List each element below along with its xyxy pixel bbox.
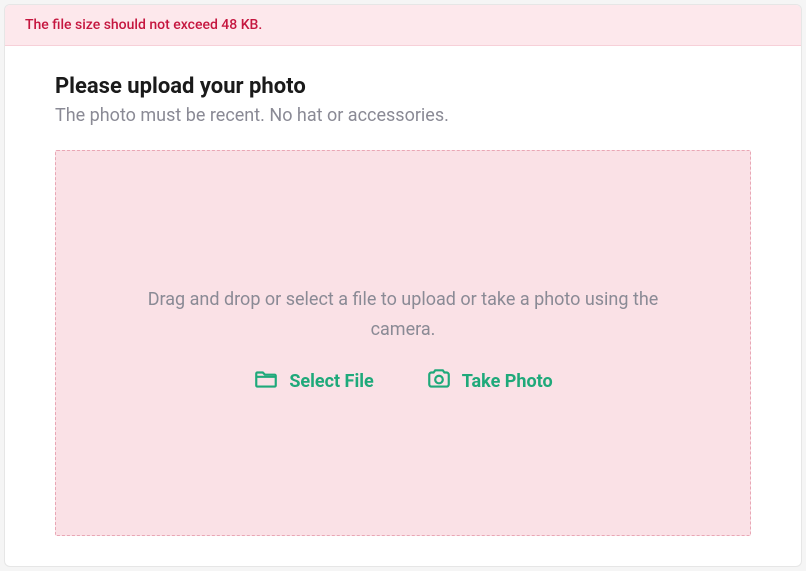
dropzone-actions: Select File Take Photo	[251, 362, 554, 401]
upload-card: The file size should not exceed 48 KB. P…	[4, 4, 802, 567]
error-banner: The file size should not exceed 48 KB.	[5, 5, 801, 46]
dropzone[interactable]: Drag and drop or select a file to upload…	[55, 150, 751, 536]
select-file-button[interactable]: Select File	[251, 362, 375, 401]
content-area: Please upload your photo The photo must …	[5, 46, 801, 566]
dropzone-instruction: Drag and drop or select a file to upload…	[143, 285, 663, 344]
select-file-label: Select File	[289, 371, 373, 392]
camera-icon	[426, 366, 452, 397]
page-subtitle: The photo must be recent. No hat or acce…	[55, 105, 751, 126]
folder-icon	[253, 366, 279, 397]
error-message: The file size should not exceed 48 KB.	[25, 17, 262, 33]
take-photo-label: Take Photo	[462, 371, 553, 392]
take-photo-button[interactable]: Take Photo	[424, 362, 555, 401]
page-title: Please upload your photo	[55, 74, 751, 99]
